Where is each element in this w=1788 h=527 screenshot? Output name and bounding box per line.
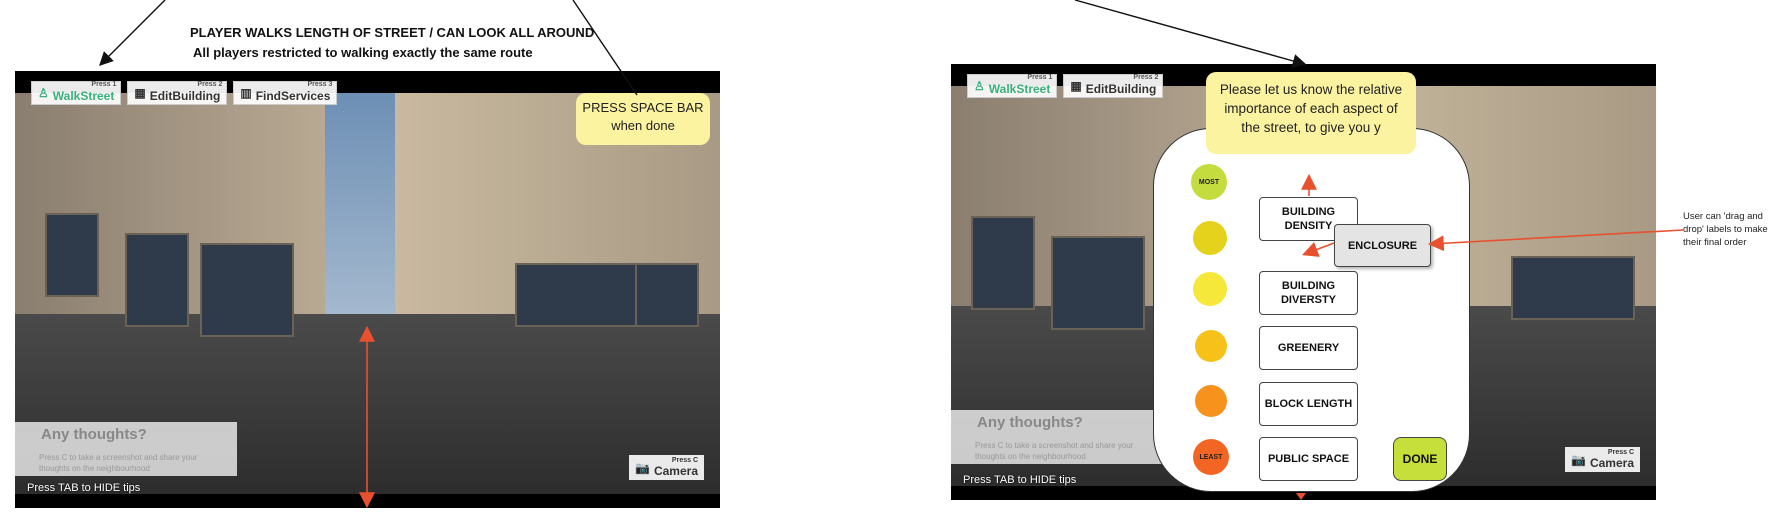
arrow-line [1074, 0, 1307, 68]
arrow-head [1296, 493, 1306, 500]
annotation-arrows [99, 0, 1684, 509]
arrow-line [99, 0, 166, 66]
arrow-line [1427, 229, 1684, 252]
arrow-line [1302, 241, 1335, 257]
arrow-line [572, 0, 638, 96]
